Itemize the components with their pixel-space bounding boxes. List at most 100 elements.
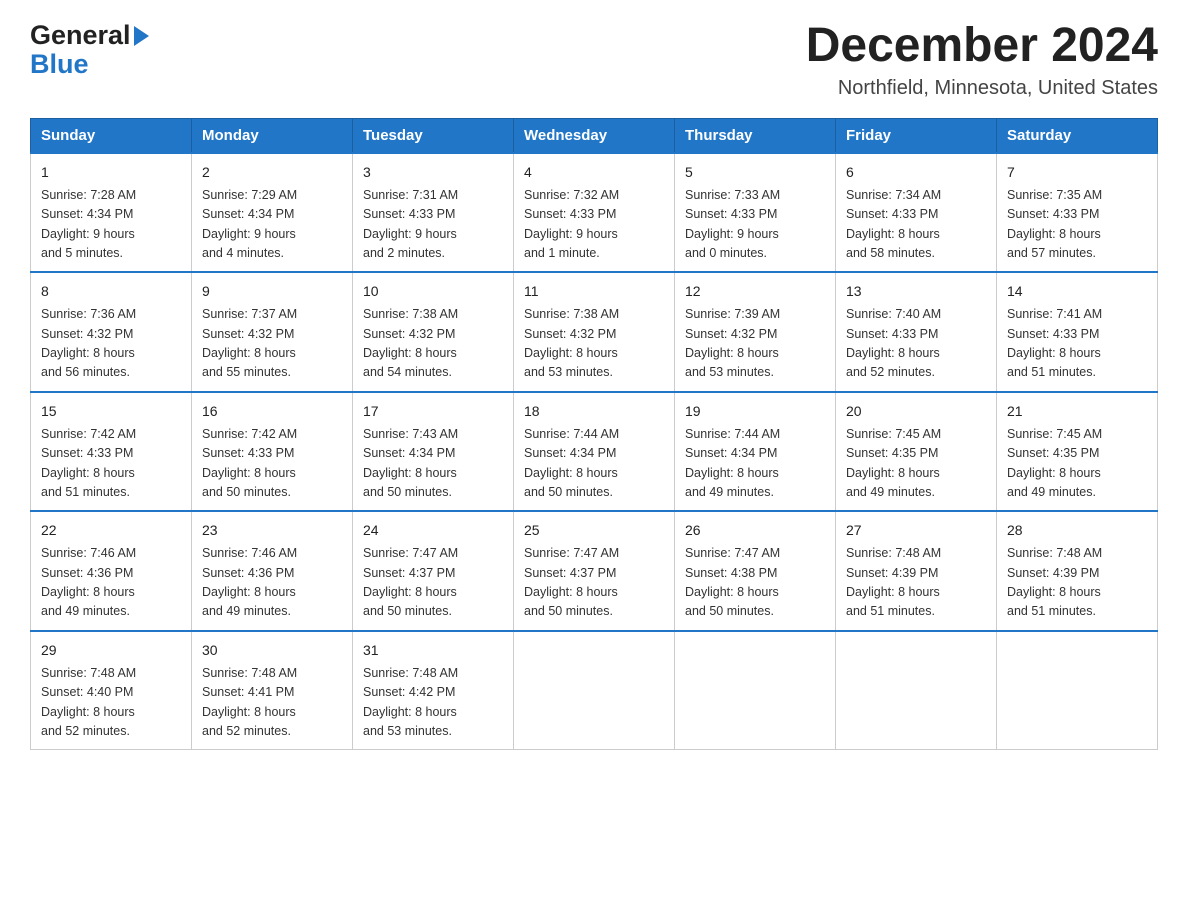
header-monday: Monday	[192, 118, 353, 153]
week-row-4: 22 Sunrise: 7:46 AMSunset: 4:36 PMDaylig…	[31, 511, 1158, 631]
day-number: 12	[685, 281, 825, 302]
day-info: Sunrise: 7:38 AMSunset: 4:32 PMDaylight:…	[524, 305, 664, 383]
day-number: 16	[202, 401, 342, 422]
day-info: Sunrise: 7:48 AMSunset: 4:41 PMDaylight:…	[202, 664, 342, 742]
day-cell: 27 Sunrise: 7:48 AMSunset: 4:39 PMDaylig…	[836, 511, 997, 631]
day-info: Sunrise: 7:28 AMSunset: 4:34 PMDaylight:…	[41, 186, 181, 264]
week-row-3: 15 Sunrise: 7:42 AMSunset: 4:33 PMDaylig…	[31, 392, 1158, 512]
day-number: 5	[685, 162, 825, 183]
day-cell: 15 Sunrise: 7:42 AMSunset: 4:33 PMDaylig…	[31, 392, 192, 512]
day-cell: 2 Sunrise: 7:29 AMSunset: 4:34 PMDayligh…	[192, 153, 353, 273]
day-info: Sunrise: 7:44 AMSunset: 4:34 PMDaylight:…	[524, 425, 664, 503]
day-cell: 18 Sunrise: 7:44 AMSunset: 4:34 PMDaylig…	[514, 392, 675, 512]
day-number: 22	[41, 520, 181, 541]
day-info: Sunrise: 7:48 AMSunset: 4:42 PMDaylight:…	[363, 664, 503, 742]
day-cell: 14 Sunrise: 7:41 AMSunset: 4:33 PMDaylig…	[997, 272, 1158, 392]
day-info: Sunrise: 7:45 AMSunset: 4:35 PMDaylight:…	[1007, 425, 1147, 503]
day-cell: 3 Sunrise: 7:31 AMSunset: 4:33 PMDayligh…	[353, 153, 514, 273]
day-cell: 9 Sunrise: 7:37 AMSunset: 4:32 PMDayligh…	[192, 272, 353, 392]
day-info: Sunrise: 7:38 AMSunset: 4:32 PMDaylight:…	[363, 305, 503, 383]
header-thursday: Thursday	[675, 118, 836, 153]
day-info: Sunrise: 7:37 AMSunset: 4:32 PMDaylight:…	[202, 305, 342, 383]
day-info: Sunrise: 7:47 AMSunset: 4:38 PMDaylight:…	[685, 544, 825, 622]
day-number: 7	[1007, 162, 1147, 183]
day-cell: 4 Sunrise: 7:32 AMSunset: 4:33 PMDayligh…	[514, 153, 675, 273]
day-info: Sunrise: 7:43 AMSunset: 4:34 PMDaylight:…	[363, 425, 503, 503]
day-cell: 30 Sunrise: 7:48 AMSunset: 4:41 PMDaylig…	[192, 631, 353, 750]
week-row-2: 8 Sunrise: 7:36 AMSunset: 4:32 PMDayligh…	[31, 272, 1158, 392]
header-tuesday: Tuesday	[353, 118, 514, 153]
logo-general-text: General	[30, 20, 131, 51]
day-cell: 1 Sunrise: 7:28 AMSunset: 4:34 PMDayligh…	[31, 153, 192, 273]
day-info: Sunrise: 7:31 AMSunset: 4:33 PMDaylight:…	[363, 186, 503, 264]
day-cell: 20 Sunrise: 7:45 AMSunset: 4:35 PMDaylig…	[836, 392, 997, 512]
day-number: 11	[524, 281, 664, 302]
day-number: 6	[846, 162, 986, 183]
day-number: 15	[41, 401, 181, 422]
day-number: 4	[524, 162, 664, 183]
day-cell: 29 Sunrise: 7:48 AMSunset: 4:40 PMDaylig…	[31, 631, 192, 750]
day-info: Sunrise: 7:41 AMSunset: 4:33 PMDaylight:…	[1007, 305, 1147, 383]
day-cell: 5 Sunrise: 7:33 AMSunset: 4:33 PMDayligh…	[675, 153, 836, 273]
logo-blue-text: Blue	[30, 49, 89, 80]
day-cell	[997, 631, 1158, 750]
header-wednesday: Wednesday	[514, 118, 675, 153]
day-number: 14	[1007, 281, 1147, 302]
day-cell: 22 Sunrise: 7:46 AMSunset: 4:36 PMDaylig…	[31, 511, 192, 631]
day-cell: 12 Sunrise: 7:39 AMSunset: 4:32 PMDaylig…	[675, 272, 836, 392]
day-info: Sunrise: 7:42 AMSunset: 4:33 PMDaylight:…	[202, 425, 342, 503]
day-number: 19	[685, 401, 825, 422]
day-info: Sunrise: 7:47 AMSunset: 4:37 PMDaylight:…	[363, 544, 503, 622]
day-number: 17	[363, 401, 503, 422]
page-header: General Blue December 2024 Northfield, M…	[30, 20, 1158, 100]
day-cell: 10 Sunrise: 7:38 AMSunset: 4:32 PMDaylig…	[353, 272, 514, 392]
day-number: 30	[202, 640, 342, 661]
day-number: 25	[524, 520, 664, 541]
day-number: 13	[846, 281, 986, 302]
day-number: 1	[41, 162, 181, 183]
day-number: 28	[1007, 520, 1147, 541]
day-number: 27	[846, 520, 986, 541]
day-cell: 25 Sunrise: 7:47 AMSunset: 4:37 PMDaylig…	[514, 511, 675, 631]
day-cell: 7 Sunrise: 7:35 AMSunset: 4:33 PMDayligh…	[997, 153, 1158, 273]
day-info: Sunrise: 7:42 AMSunset: 4:33 PMDaylight:…	[41, 425, 181, 503]
day-number: 18	[524, 401, 664, 422]
day-number: 8	[41, 281, 181, 302]
day-cell: 19 Sunrise: 7:44 AMSunset: 4:34 PMDaylig…	[675, 392, 836, 512]
title-block: December 2024 Northfield, Minnesota, Uni…	[806, 20, 1158, 100]
logo-triangle-icon	[134, 26, 149, 46]
day-cell	[836, 631, 997, 750]
day-cell	[675, 631, 836, 750]
day-info: Sunrise: 7:47 AMSunset: 4:37 PMDaylight:…	[524, 544, 664, 622]
day-cell	[514, 631, 675, 750]
day-info: Sunrise: 7:35 AMSunset: 4:33 PMDaylight:…	[1007, 186, 1147, 264]
day-cell: 17 Sunrise: 7:43 AMSunset: 4:34 PMDaylig…	[353, 392, 514, 512]
day-cell: 28 Sunrise: 7:48 AMSunset: 4:39 PMDaylig…	[997, 511, 1158, 631]
header-sunday: Sunday	[31, 118, 192, 153]
calendar-table: Sunday Monday Tuesday Wednesday Thursday…	[30, 118, 1158, 751]
day-cell: 21 Sunrise: 7:45 AMSunset: 4:35 PMDaylig…	[997, 392, 1158, 512]
day-number: 26	[685, 520, 825, 541]
day-info: Sunrise: 7:36 AMSunset: 4:32 PMDaylight:…	[41, 305, 181, 383]
main-title: December 2024	[806, 20, 1158, 73]
day-number: 20	[846, 401, 986, 422]
day-number: 29	[41, 640, 181, 661]
day-number: 2	[202, 162, 342, 183]
day-cell: 24 Sunrise: 7:47 AMSunset: 4:37 PMDaylig…	[353, 511, 514, 631]
day-info: Sunrise: 7:32 AMSunset: 4:33 PMDaylight:…	[524, 186, 664, 264]
calendar-header-row: Sunday Monday Tuesday Wednesday Thursday…	[31, 118, 1158, 153]
day-number: 23	[202, 520, 342, 541]
day-info: Sunrise: 7:34 AMSunset: 4:33 PMDaylight:…	[846, 186, 986, 264]
day-info: Sunrise: 7:48 AMSunset: 4:39 PMDaylight:…	[1007, 544, 1147, 622]
logo: General Blue	[30, 20, 149, 80]
day-number: 21	[1007, 401, 1147, 422]
day-info: Sunrise: 7:40 AMSunset: 4:33 PMDaylight:…	[846, 305, 986, 383]
header-friday: Friday	[836, 118, 997, 153]
day-cell: 6 Sunrise: 7:34 AMSunset: 4:33 PMDayligh…	[836, 153, 997, 273]
week-row-1: 1 Sunrise: 7:28 AMSunset: 4:34 PMDayligh…	[31, 153, 1158, 273]
day-cell: 13 Sunrise: 7:40 AMSunset: 4:33 PMDaylig…	[836, 272, 997, 392]
day-info: Sunrise: 7:48 AMSunset: 4:40 PMDaylight:…	[41, 664, 181, 742]
day-number: 24	[363, 520, 503, 541]
day-cell: 11 Sunrise: 7:38 AMSunset: 4:32 PMDaylig…	[514, 272, 675, 392]
week-row-5: 29 Sunrise: 7:48 AMSunset: 4:40 PMDaylig…	[31, 631, 1158, 750]
